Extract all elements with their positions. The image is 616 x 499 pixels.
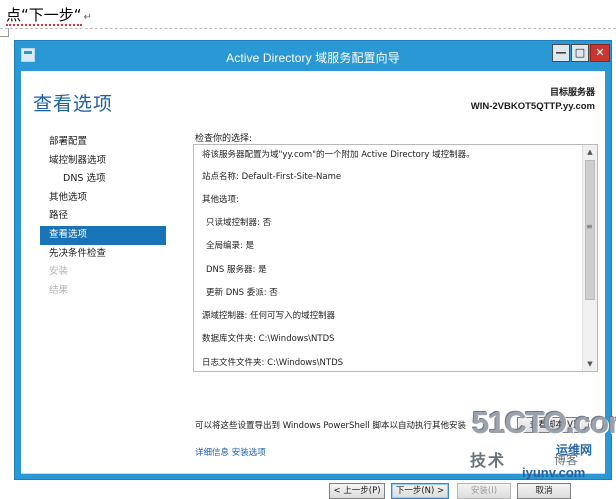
scroll-up-icon[interactable]: ▲ <box>583 145 597 159</box>
page-title: 查看选项 <box>33 93 114 115</box>
more-about-install-options-link[interactable]: 详细信息 安装选项 <box>195 446 266 458</box>
nav-dns-options[interactable]: DNS 选项 <box>21 170 191 189</box>
nav-installation: 安装 <box>49 266 69 278</box>
review-line: 将该服务器配置为域"yy.com"的一个附加 Active Directory … <box>202 150 475 160</box>
review-line: 其他选项: <box>202 195 239 205</box>
nav-results: 结果 <box>49 284 69 296</box>
instruction-text: 点“下一步“ <box>6 6 82 26</box>
review-line: 源域控制器: 任何可写入的域控制器 <box>202 311 336 321</box>
nav-review-options[interactable]: 查看选项 <box>40 225 166 245</box>
review-text-box[interactable]: 将该服务器配置为域"yy.com"的一个附加 Active Directory … <box>193 144 598 372</box>
nav-prerequisites-check[interactable]: 先决条件检查 <box>21 245 191 264</box>
review-line: 更新 DNS 委派: 否 <box>206 288 278 298</box>
window-title: Active Directory 域服务配置向导 <box>226 51 400 65</box>
wizard-nav: 部署配置 域控制器选项 DNS 选项 其他选项 路径 查看选项 先决条件检查 安… <box>21 133 191 300</box>
review-line: 数据库文件夹: C:\Windows\NTDS <box>202 334 335 344</box>
review-line: 只读域控制器: 否 <box>206 218 272 228</box>
document-instruction: 点“下一步“ ↵ <box>6 4 92 26</box>
review-line: 站点名称: Default-First-Site-Name <box>202 172 342 182</box>
document-divider <box>0 28 616 29</box>
watermark-main: 51CTO.com <box>472 405 616 440</box>
document-corner-mark <box>0 28 9 37</box>
nav-deployment-config[interactable]: 部署配置 <box>21 133 191 152</box>
cancel-button[interactable]: 取消 <box>517 483 571 499</box>
review-line: 日志文件文件夹: C:\Windows\NTDS <box>202 358 344 368</box>
review-label: 检查你的选择: <box>195 134 253 144</box>
install-button: 安装(I) <box>457 483 511 499</box>
watermark-url: iyunv.com <box>522 465 586 480</box>
export-description: 可以将这些设置导出到 Windows PowerShell 脚本以自动执行其他安… <box>195 421 466 431</box>
review-line: DNS 服务器: 是 <box>206 265 267 275</box>
watermark-tech: 技术 <box>470 451 507 470</box>
target-server: 目标服务器 WIN-2VBKOT5QTTP.yy.com <box>471 87 595 113</box>
title-bar[interactable]: Active Directory 域服务配置向导 — □ ✕ <box>15 41 611 71</box>
maximize-button[interactable]: □ <box>571 44 589 62</box>
review-line: 全局编录: 是 <box>206 241 255 251</box>
nav-additional-options[interactable]: 其他选项 <box>21 189 191 208</box>
nav-dc-options[interactable]: 域控制器选项 <box>21 152 191 171</box>
vertical-scrollbar[interactable]: ▲ ≡ ▼ <box>582 145 597 371</box>
next-button[interactable]: 下一步(N) > <box>391 483 449 499</box>
scroll-down-icon[interactable]: ▼ <box>583 357 597 371</box>
previous-button[interactable]: < 上一步(P) <box>329 483 385 499</box>
target-server-label: 目标服务器 <box>549 88 595 98</box>
target-server-value: WIN-2VBKOT5QTTP.yy.com <box>470 101 595 112</box>
watermark: 51CTO.com 技术 运维网 博客 iyunv.com <box>468 405 616 485</box>
nav-paths[interactable]: 路径 <box>21 207 191 226</box>
minimize-button[interactable]: — <box>552 44 570 62</box>
paragraph-mark: ↵ <box>83 12 92 23</box>
close-button[interactable]: ✕ <box>590 44 610 62</box>
scroll-grip-icon: ≡ <box>586 222 593 231</box>
